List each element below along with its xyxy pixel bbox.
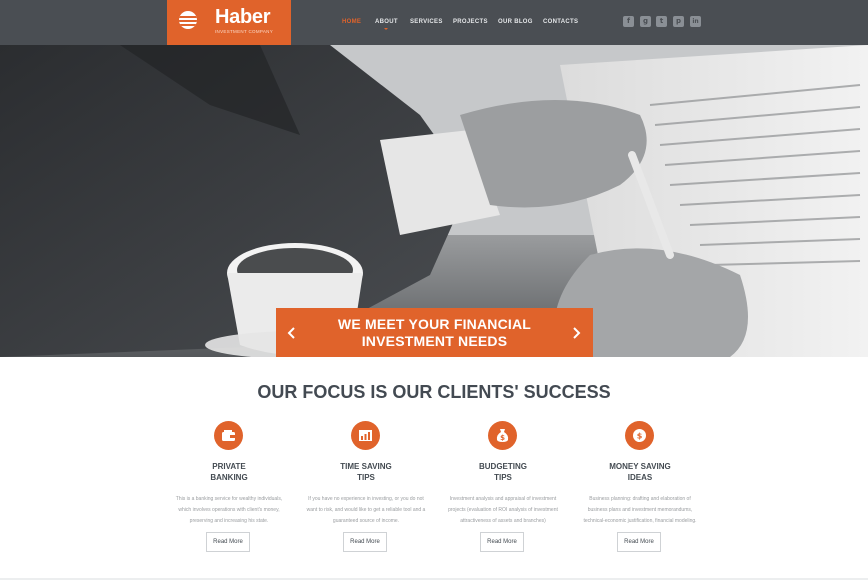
nav-item-home[interactable]: HOME bbox=[342, 19, 361, 25]
nav-item-label: ABOUT bbox=[375, 19, 398, 25]
bar-chart-icon bbox=[351, 421, 380, 450]
feature-description: Investment analysis and appraisal of inv… bbox=[448, 496, 558, 524]
nav-item-about[interactable]: ABOUT bbox=[375, 19, 398, 30]
feature-title: TIME SAVING TIPS bbox=[340, 462, 392, 482]
nav-item-projects[interactable]: PROJECTS bbox=[453, 19, 488, 25]
site-header: Haber INVESTMENT COMPANY HOME ABOUT SERV… bbox=[0, 0, 868, 45]
chevron-right-icon[interactable] bbox=[570, 326, 582, 340]
hero-headline-line2: INVESTMENT NEEDS bbox=[361, 333, 508, 349]
logo-tagline: INVESTMENT COMPANY bbox=[215, 29, 273, 34]
logo-name: Haber bbox=[215, 6, 271, 28]
nav-item-contacts[interactable]: CONTACTS bbox=[543, 19, 578, 25]
logo[interactable]: Haber INVESTMENT COMPANY bbox=[167, 0, 291, 45]
twitter-icon[interactable]: t bbox=[656, 16, 667, 27]
section-title: OUR FOCUS IS OUR CLIENTS' SUCCESS bbox=[257, 382, 611, 402]
nav-item-our-blog[interactable]: OUR BLOG bbox=[498, 19, 533, 25]
active-caret-icon bbox=[384, 28, 389, 30]
pinterest-icon[interactable]: p bbox=[673, 16, 684, 27]
feature-title: MONEY SAVING IDEAS bbox=[609, 462, 671, 482]
nav-item-services[interactable]: SERVICES bbox=[410, 19, 443, 25]
read-more-button[interactable]: Read More bbox=[480, 532, 524, 552]
read-more-button[interactable]: Read More bbox=[343, 532, 387, 552]
money-bag-icon: $ bbox=[488, 421, 517, 450]
logo-mark-icon bbox=[179, 11, 197, 29]
linkedin-icon[interactable]: in bbox=[690, 16, 701, 27]
read-more-button[interactable]: Read More bbox=[617, 532, 661, 552]
hero-headline-line1: WE MEET YOUR FINANCIAL bbox=[337, 316, 532, 332]
feature-description: If you have no experience in investing, … bbox=[306, 496, 426, 524]
google-plus-icon[interactable]: g bbox=[640, 16, 651, 27]
svg-text:$: $ bbox=[500, 434, 505, 442]
feature-description: Business planning: drafting and elaborat… bbox=[583, 496, 697, 524]
feature-title: PRIVATE BANKING bbox=[210, 462, 248, 482]
facebook-icon[interactable]: f bbox=[623, 16, 634, 27]
read-more-button[interactable]: Read More bbox=[206, 532, 250, 552]
coin-icon: $ bbox=[625, 421, 654, 450]
hero-banner: WE MEET YOUR FINANCIAL INVESTMENT NEEDS bbox=[276, 308, 593, 357]
feature-description: This is a banking service for wealthy in… bbox=[175, 496, 283, 524]
feature-title: BUDGETING TIPS bbox=[479, 462, 527, 482]
wallet-icon bbox=[214, 421, 243, 450]
svg-text:$: $ bbox=[637, 432, 643, 441]
